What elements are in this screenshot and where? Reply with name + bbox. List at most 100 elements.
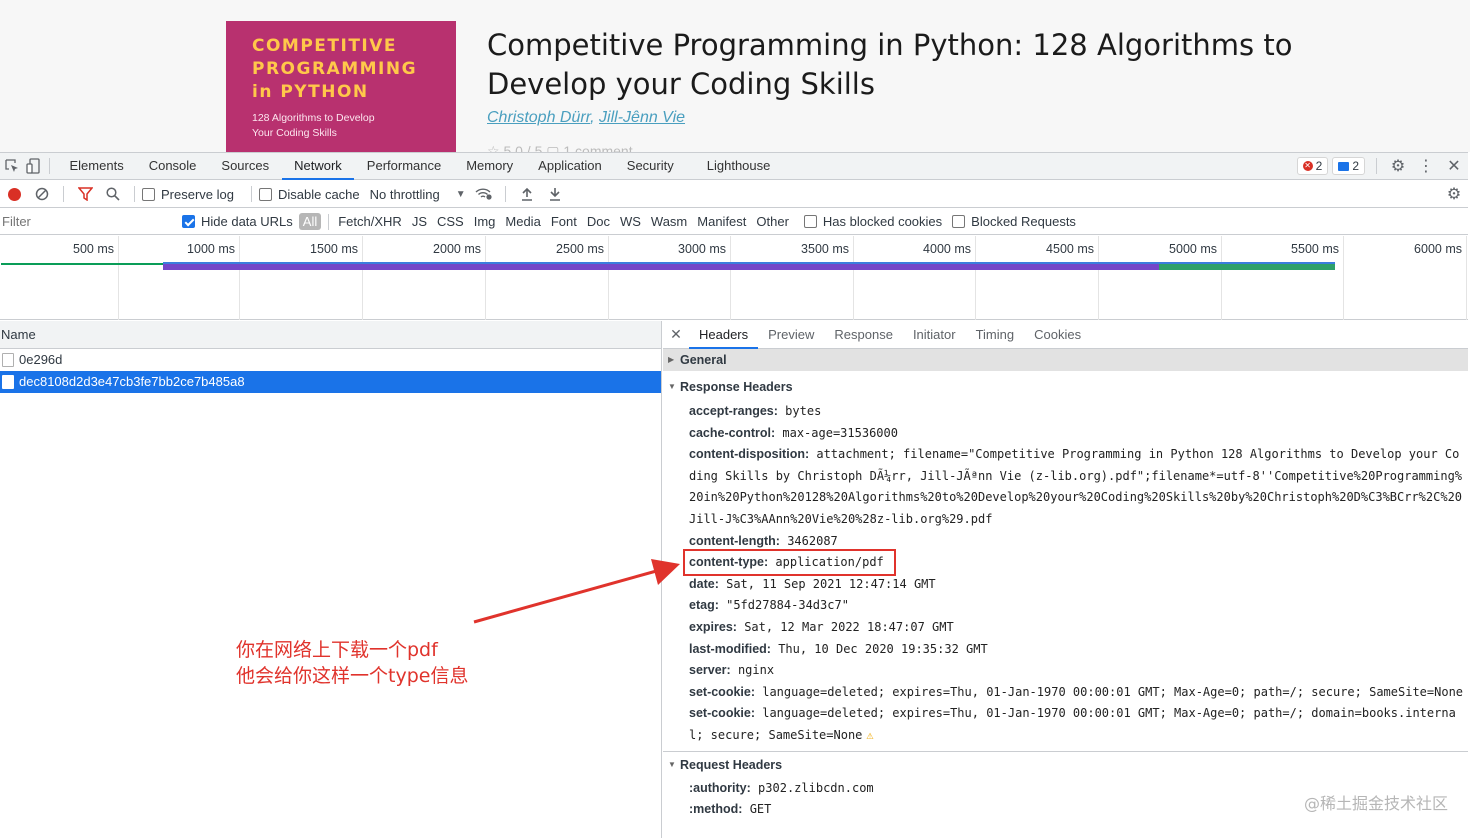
- book-cover-image[interactable]: COMPETITIVE PROGRAMMING in PYTHON 128 Al…: [226, 21, 456, 152]
- checkbox-box: [182, 215, 195, 228]
- preserve-log-checkbox[interactable]: Preserve log: [142, 187, 234, 202]
- waterfall-bar-selected: [163, 262, 1335, 270]
- tab-performance[interactable]: Performance: [354, 153, 453, 180]
- timeline-tick-label: 4000 ms: [923, 242, 971, 256]
- error-count: 2: [1315, 159, 1323, 173]
- has-blocked-cookies-checkbox[interactable]: Has blocked cookies: [803, 214, 942, 229]
- blocked-requests-label: Blocked Requests: [971, 214, 1076, 229]
- web-page-area: COMPETITIVE PROGRAMMING in PYTHON 128 Al…: [0, 0, 1470, 152]
- tab-elements[interactable]: Elements: [57, 153, 136, 180]
- devtools-tab-bar: Elements Console Sources Network Perform…: [0, 153, 1468, 180]
- request-row-selected[interactable]: dec8108d2d3e47cb3fe7bb2ce7b485a8: [0, 371, 661, 393]
- detail-tab-response[interactable]: Response: [824, 321, 903, 349]
- timeline-gridline: [118, 236, 119, 320]
- header-value: GET: [749, 802, 772, 817]
- more-options-icon[interactable]: ⋮: [1412, 156, 1440, 176]
- request-detail-panel: ✕ Headers Preview Response Initiator Tim…: [663, 321, 1468, 838]
- detail-tab-cookies[interactable]: Cookies: [1024, 321, 1091, 349]
- detail-tab-headers[interactable]: Headers: [689, 321, 759, 349]
- filter-type-css[interactable]: CSS: [432, 214, 469, 229]
- section-general-label: General: [680, 353, 727, 367]
- filter-type-all[interactable]: All: [298, 213, 322, 230]
- timeline-tick-label: 500 ms: [73, 242, 114, 256]
- filter-type-font[interactable]: Font: [546, 214, 582, 229]
- section-request-headers[interactable]: ▼ Request Headers: [663, 754, 1468, 776]
- triangle-down-icon: ▼: [668, 382, 676, 391]
- timeline-gridline: [853, 236, 854, 320]
- filter-type-ws[interactable]: WS: [615, 214, 646, 229]
- annotation-line: 他会给你这样一个type信息: [236, 665, 469, 687]
- error-count-badge[interactable]: ✕ 2: [1296, 157, 1329, 175]
- filter-type-media[interactable]: Media: [500, 214, 545, 229]
- export-har-icon[interactable]: [541, 181, 569, 208]
- author-link[interactable]: Christoph Dürr: [487, 109, 590, 126]
- tab-memory[interactable]: Memory: [454, 153, 526, 180]
- tab-network[interactable]: Network: [281, 153, 355, 180]
- header-value: Sat, 12 Mar 2022 18:47:07 GMT: [744, 619, 954, 634]
- timeline-gridline: [362, 236, 363, 320]
- detail-tab-initiator[interactable]: Initiator: [903, 321, 966, 349]
- section-general[interactable]: ▶ General: [663, 349, 1468, 371]
- header-key: set-cookie:: [689, 706, 755, 721]
- import-har-icon[interactable]: [513, 181, 541, 208]
- section-response-headers[interactable]: ▼ Response Headers: [663, 376, 1468, 398]
- filter-type-wasm[interactable]: Wasm: [646, 214, 692, 229]
- filter-type-other[interactable]: Other: [751, 214, 794, 229]
- detail-tab-preview[interactable]: Preview: [758, 321, 824, 349]
- section-request-headers-label: Request Headers: [680, 757, 783, 772]
- hide-data-urls-checkbox[interactable]: Hide data URLs: [182, 214, 293, 229]
- header-row: expires: Sat, 12 Mar 2022 18:47:07 GMT: [663, 617, 1468, 639]
- filter-type-fetch-xhr[interactable]: Fetch/XHR: [333, 214, 407, 229]
- network-settings-gear-icon[interactable]: ⚙: [1440, 184, 1468, 204]
- tab-console[interactable]: Console: [136, 153, 209, 180]
- message-count-badge[interactable]: 2: [1332, 157, 1365, 175]
- header-row: date: Sat, 11 Sep 2021 12:47:14 GMT: [663, 574, 1468, 596]
- error-icon: ✕: [1302, 161, 1313, 171]
- clear-icon[interactable]: [28, 181, 56, 208]
- header-row: cache-control: max-age=31536000: [663, 423, 1468, 445]
- header-key: content-disposition:: [689, 447, 810, 462]
- tab-lighthouse[interactable]: Lighthouse: [694, 153, 783, 180]
- filter-icon[interactable]: [71, 181, 99, 208]
- inspect-element-icon[interactable]: [3, 157, 21, 175]
- filter-type-img[interactable]: Img: [469, 214, 501, 229]
- timeline-gridline: [1098, 236, 1099, 320]
- column-header-name[interactable]: Name: [0, 321, 661, 349]
- network-conditions-icon[interactable]: [470, 181, 498, 208]
- warning-icon[interactable]: ⚠: [866, 728, 873, 742]
- triangle-down-icon: ▼: [668, 759, 676, 769]
- header-row: set-cookie: language=deleted; expires=Th…: [663, 682, 1468, 704]
- filter-type-doc[interactable]: Doc: [582, 214, 615, 229]
- header-row: etag: "5fd27884-34d3c7": [663, 595, 1468, 617]
- divider: [1376, 158, 1377, 174]
- checkbox-box: [952, 215, 966, 228]
- disable-cache-checkbox[interactable]: Disable cache: [258, 186, 360, 202]
- close-devtools-icon[interactable]: ✕: [1440, 156, 1468, 176]
- close-detail-icon[interactable]: ✕: [663, 326, 689, 343]
- settings-gear-icon[interactable]: ⚙: [1384, 156, 1412, 176]
- filter-type-js[interactable]: JS: [407, 214, 432, 229]
- device-toolbar-icon[interactable]: [24, 157, 42, 175]
- message-count: 2: [1352, 159, 1359, 173]
- blocked-requests-checkbox[interactable]: Blocked Requests: [952, 214, 1076, 229]
- header-row: content-disposition: attachment; filenam…: [663, 444, 1468, 530]
- tab-security[interactable]: Security: [614, 153, 686, 180]
- detail-tab-timing[interactable]: Timing: [966, 321, 1025, 349]
- request-row[interactable]: 0e296d: [0, 349, 661, 371]
- timeline-overview[interactable]: 500 ms 1000 ms 1500 ms 2000 ms 2500 ms 3000 m…: [0, 236, 1468, 320]
- tab-sources[interactable]: Sources: [209, 153, 282, 180]
- record-icon[interactable]: [0, 181, 28, 208]
- author-link[interactable]: Jill-Jênn Vie: [599, 109, 685, 126]
- divider: [134, 186, 135, 202]
- message-icon: [1338, 161, 1350, 171]
- highlight-box: [683, 549, 896, 577]
- disable-cache-label: Disable cache: [277, 186, 360, 202]
- throttling-select[interactable]: No throttling ▼: [370, 187, 466, 202]
- filter-type-manifest[interactable]: Manifest: [692, 214, 751, 229]
- search-icon[interactable]: [99, 181, 127, 208]
- timeline-tick-label: 1500 ms: [310, 242, 358, 256]
- waterfall-bar-first: [1, 263, 163, 265]
- filter-input[interactable]: [1, 210, 169, 233]
- tab-application[interactable]: Application: [526, 153, 615, 180]
- timeline-tick-label: 4500 ms: [1046, 242, 1094, 256]
